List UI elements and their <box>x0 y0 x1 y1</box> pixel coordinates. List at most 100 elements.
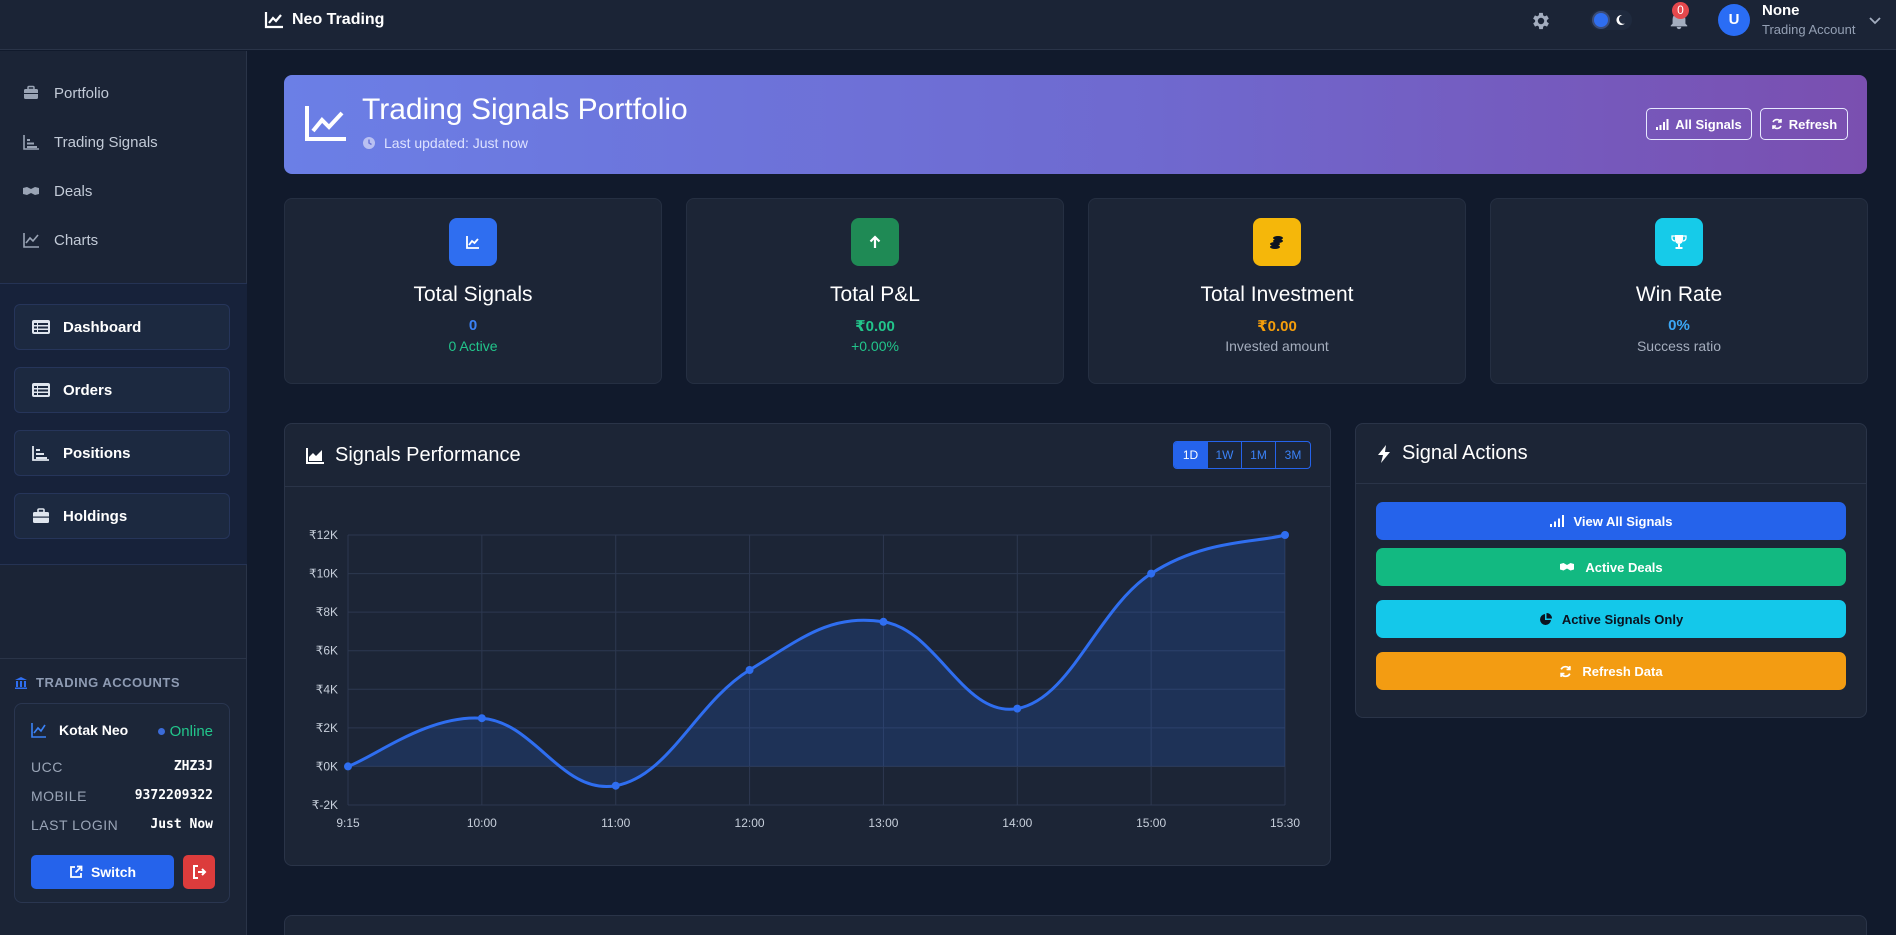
positions-button[interactable]: Positions <box>14 430 230 476</box>
chevron-down-icon[interactable] <box>1868 13 1882 27</box>
avatar[interactable]: U <box>1718 4 1750 36</box>
trading-accounts-header: TRADING ACCOUNTS <box>14 675 180 690</box>
handshake-icon <box>23 187 39 195</box>
coins-icon <box>1270 236 1283 249</box>
stat-icon-box <box>449 218 497 266</box>
toggle-knob <box>1594 13 1608 27</box>
holdings-label: Holdings <box>63 507 128 525</box>
briefcase-icon <box>24 85 38 99</box>
active-deals-label: Active Deals <box>1585 559 1663 575</box>
account-row-key: LAST LOGIN <box>31 817 119 833</box>
x-tick-label: 15:00 <box>1136 816 1166 830</box>
bar-chart-icon <box>32 446 49 461</box>
data-point <box>1147 569 1156 578</box>
signals-performance-card: Signals Performance 1D 1W 1M 3M ₹12K ₹10K… <box>284 423 1331 866</box>
data-point <box>879 617 888 626</box>
data-point <box>611 781 620 790</box>
chart-title-text: Signals Performance <box>335 444 521 466</box>
logout-icon <box>192 865 206 879</box>
pie-chart-icon <box>1539 612 1552 625</box>
gear-icon[interactable] <box>1530 10 1552 32</box>
actions-title-text: Signal Actions <box>1402 442 1528 464</box>
account-row-key: UCC <box>31 759 63 775</box>
stat-value: 0 <box>468 317 478 334</box>
status-dot <box>157 728 165 735</box>
range-1m-button[interactable]: 1M <box>1242 442 1276 468</box>
area-fill <box>348 535 1285 787</box>
refresh-data-button[interactable]: Refresh Data <box>1376 652 1846 690</box>
signal-icon <box>1549 515 1564 527</box>
bottom-panel <box>284 915 1867 935</box>
y-tick-label: ₹-2K <box>312 798 338 812</box>
data-point <box>477 714 486 723</box>
brand[interactable]: Neo Trading <box>264 11 384 29</box>
performance-chart[interactable]: ₹12K ₹10K ₹8K ₹6K ₹4K ₹2K ₹0K ₹-2K 9:15 10:00 11:0… <box>285 487 1330 865</box>
y-tick-label: ₹0K <box>316 759 338 773</box>
x-tick-label: 15:30 <box>1270 816 1300 830</box>
orders-label: Orders <box>63 381 113 399</box>
range-1w-button[interactable]: 1W <box>1208 442 1242 468</box>
sidebar-item-portfolio[interactable]: Portfolio <box>22 84 109 102</box>
line-chart-icon <box>23 233 39 248</box>
signal-icon <box>1656 118 1669 130</box>
all-signals-button[interactable]: All Signals <box>1646 108 1752 140</box>
refresh-label: Refresh <box>1788 116 1838 132</box>
stat-title: Total Signals <box>413 283 533 306</box>
line-chart-icon <box>264 12 283 29</box>
briefcase-icon <box>33 508 49 523</box>
portfolio-hero-banner: Trading Signals Portfolio Last updated: … <box>284 75 1867 174</box>
holdings-button[interactable]: Holdings <box>14 493 230 539</box>
switch-label: Switch <box>90 864 137 880</box>
x-tick-label: 13:00 <box>868 816 898 830</box>
signal-actions-card: Signal Actions View All Signals Active D… <box>1355 423 1867 718</box>
handshake-icon <box>1560 563 1575 571</box>
range-1d-button[interactable]: 1D <box>1174 442 1208 468</box>
switch-account-button[interactable]: Switch <box>31 855 174 889</box>
account-row-value: 9372209322 <box>134 788 213 803</box>
account-row-last-login: LAST LOGIN Just Now <box>31 817 213 833</box>
notification-badge: 0 <box>1672 2 1689 19</box>
data-point <box>1013 704 1022 713</box>
user-role: Trading Account <box>1762 22 1856 37</box>
active-deals-button[interactable]: Active Deals <box>1376 548 1846 586</box>
last-updated-text: Last updated: Just now <box>384 135 528 151</box>
page-title: Trading Signals Portfolio <box>362 93 688 126</box>
sidebar-item-label: Deals <box>54 182 93 200</box>
sidebar-item-trading-signals[interactable]: Trading Signals <box>22 133 158 151</box>
account-card: Kotak Neo Online UCC ZHZ3J MOBILE 937220… <box>14 703 230 903</box>
logout-button[interactable] <box>183 855 215 889</box>
view-all-signals-button[interactable]: View All Signals <box>1376 502 1846 540</box>
sidebar-item-label: Charts <box>54 231 99 249</box>
stat-value: ₹0.00 <box>1257 318 1297 335</box>
account-name: Kotak Neo <box>59 722 129 738</box>
bar-chart-icon <box>23 135 39 150</box>
sidebar-item-charts[interactable]: Charts <box>22 231 98 249</box>
trading-accounts-title: TRADING ACCOUNTS <box>36 675 181 690</box>
y-tick-label: ₹12K <box>309 528 338 542</box>
stat-subtext: Invested amount <box>1225 338 1329 354</box>
y-tick-label: ₹10K <box>309 567 338 581</box>
view-all-signals-label: View All Signals <box>1573 513 1673 529</box>
theme-toggle[interactable] <box>1590 10 1632 30</box>
stat-card-win-rate: Win Rate 0% Success ratio <box>1490 198 1868 384</box>
sidebar-item-label: Portfolio <box>54 84 110 102</box>
orders-button[interactable]: Orders <box>14 367 230 413</box>
range-3m-button[interactable]: 3M <box>1276 442 1310 468</box>
stat-card-total-pnl: Total P&L ₹0.00 +0.00% <box>686 198 1064 384</box>
stat-subtext: 0 Active <box>448 338 498 354</box>
sidebar-item-deals[interactable]: Deals <box>22 182 92 200</box>
stat-icon-box <box>851 218 899 266</box>
refresh-icon <box>1560 665 1572 677</box>
y-tick-label: ₹6K <box>316 644 338 658</box>
active-signals-only-button[interactable]: Active Signals Only <box>1376 600 1846 638</box>
y-tick-label: ₹2K <box>316 721 338 735</box>
x-tick-label: 12:00 <box>735 816 765 830</box>
user-name[interactable]: None <box>1762 2 1800 19</box>
refresh-button[interactable]: Refresh <box>1760 108 1848 140</box>
account-status: Online <box>157 723 213 740</box>
sidebar-divider <box>0 658 247 659</box>
dashboard-button[interactable]: Dashboard <box>14 304 230 350</box>
line-chart-icon <box>466 236 479 249</box>
y-tick-label: ₹4K <box>316 682 338 696</box>
stat-value: 0% <box>1668 317 1690 334</box>
